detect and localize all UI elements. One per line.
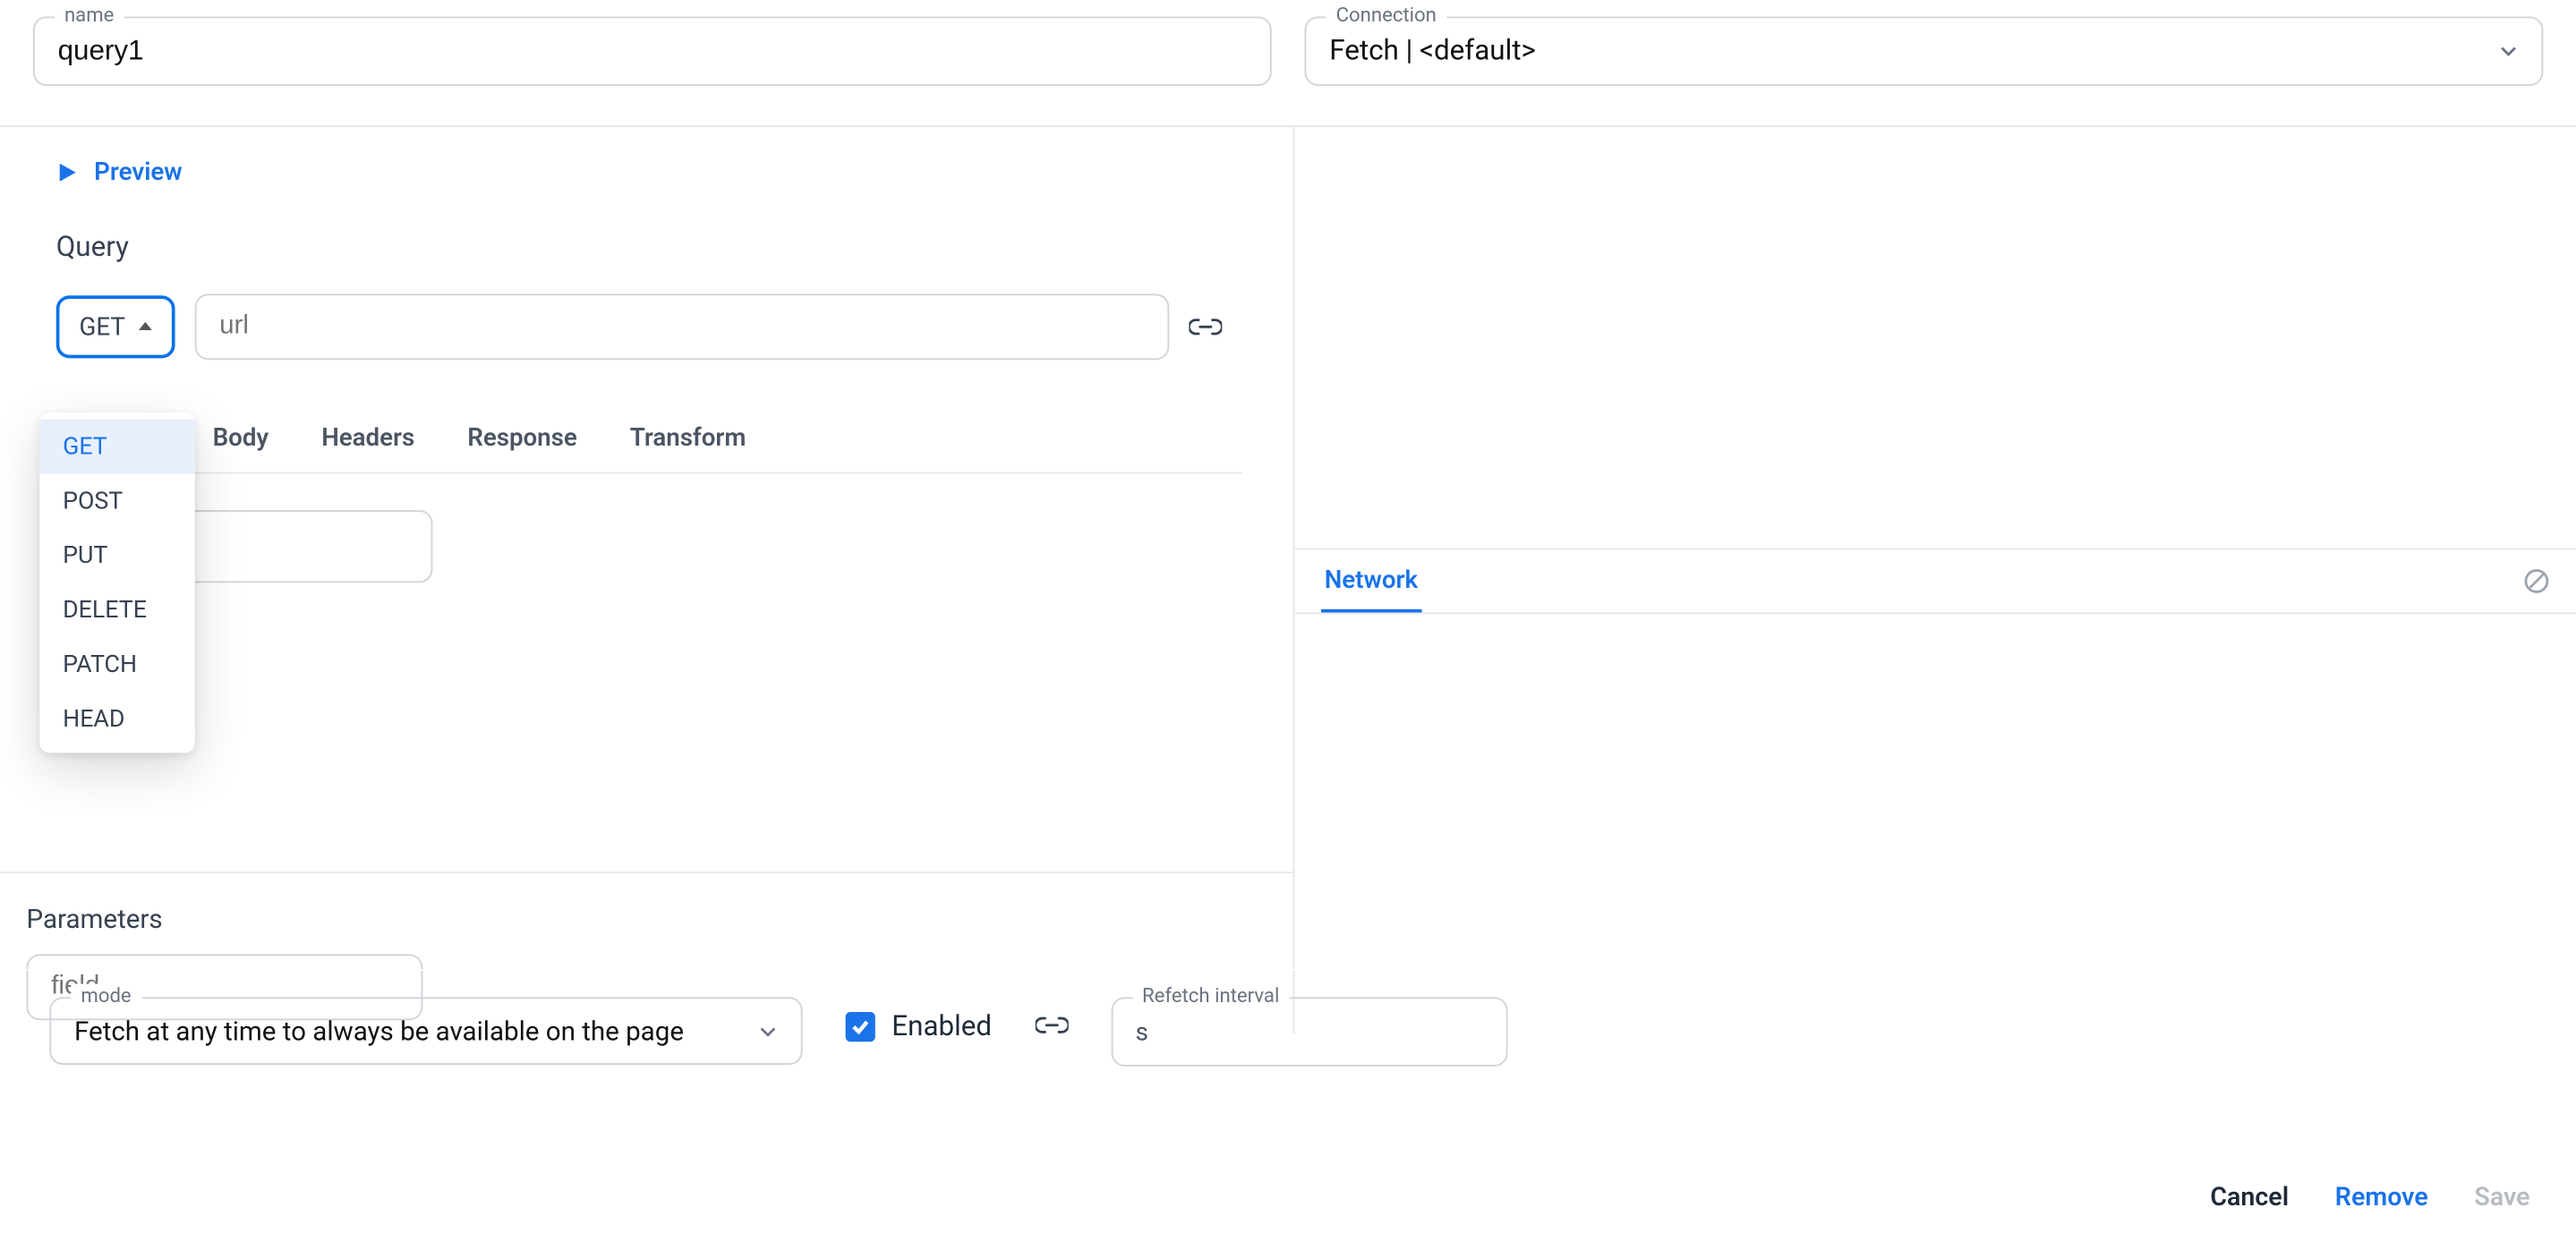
play-icon [56,161,78,183]
bind-icon[interactable] [1035,1014,1068,1037]
refetch-interval-field[interactable]: Refetch interval s [1111,997,1507,1066]
refetch-label: Refetch interval [1132,984,1290,1008]
tab-body[interactable]: Body [209,421,272,471]
method-option-head[interactable]: HEAD [39,692,194,746]
remove-button[interactable]: Remove [2335,1182,2428,1212]
checkbox-checked-icon[interactable] [846,1012,875,1042]
http-method-value: GET [80,311,125,341]
method-option-patch[interactable]: PATCH [39,637,194,692]
chevron-down-icon [2498,41,2518,61]
cancel-button[interactable]: Cancel [2210,1182,2289,1212]
name-input[interactable] [58,35,1247,68]
method-option-delete[interactable]: DELETE [39,582,194,637]
query-row: GET [56,293,1260,359]
tab-transform[interactable]: Transform [627,421,749,471]
network-tab[interactable]: Network [1321,548,1421,611]
preview-label: Preview [94,157,183,186]
name-label: name [55,4,124,27]
http-method-select[interactable]: GET [56,294,175,357]
url-input[interactable] [194,293,1169,359]
tab-headers[interactable]: Headers [319,421,418,471]
method-option-get[interactable]: GET [39,420,194,474]
refetch-unit: s [1136,1017,1148,1047]
http-method-dropdown[interactable]: GET POST PUT DELETE PATCH HEAD [39,412,194,753]
footer-controls: mode Fetch at any time to always be avai… [0,969,2576,1229]
save-button[interactable]: Save [2474,1182,2529,1212]
network-bar: Network [1294,548,2576,614]
footer-actions: Cancel Remove Save [49,1182,2543,1212]
caret-up-icon [139,322,152,330]
parameters-title: Parameters [27,903,1260,934]
mode-value: Fetch at any time to always be available… [74,1016,684,1047]
method-option-put[interactable]: PUT [39,528,194,582]
enabled-toggle[interactable]: Enabled [846,1010,992,1043]
preview-button[interactable]: Preview [56,157,183,186]
query-tabs: Url query Body Headers Response Transfor… [56,421,1242,472]
bind-icon[interactable] [1189,314,1222,337]
connection-label: Connection [1326,4,1446,27]
cancel-icon[interactable] [2523,567,2550,594]
query-title: Query [56,230,1260,263]
tab-response[interactable]: Response [465,421,581,471]
preview-output-area [1294,127,2576,548]
connection-select[interactable]: Connection Fetch | <default> [1305,16,2544,85]
header-fields: name Connection Fetch | <default> [0,0,2576,86]
name-field-container[interactable]: name [33,16,1272,85]
enabled-label: Enabled [891,1010,992,1043]
chevron-down-icon [758,1021,778,1041]
mode-label: mode [71,984,141,1008]
connection-value: Fetch | <default> [1329,35,1536,68]
method-option-post[interactable]: POST [39,474,194,529]
mode-select[interactable]: mode Fetch at any time to always be avai… [49,997,802,1065]
